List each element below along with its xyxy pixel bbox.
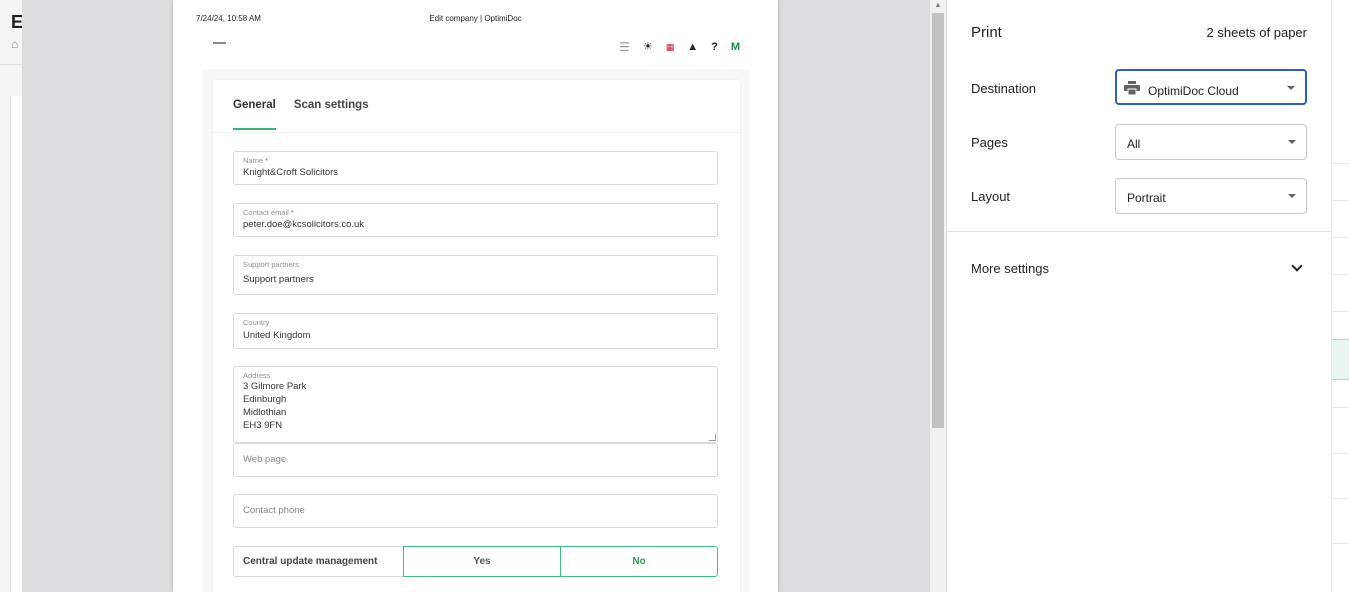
- gutter-row-line: [1332, 237, 1349, 238]
- address-line-4: EH3 9FN: [243, 420, 283, 431]
- print-preview-area[interactable]: 7/24/24, 10:58 AM Edit company | OptimiD…: [22, 0, 947, 592]
- name-label: Name *: [243, 156, 269, 165]
- support-partners-field: Support partners Support partners: [233, 255, 718, 295]
- edit-company-card: General Scan settings Name * Knight&Crof…: [213, 80, 740, 592]
- destination-select[interactable]: OptimiDoc Cloud: [1115, 69, 1307, 105]
- print-title: Print: [971, 24, 1002, 41]
- layout-select[interactable]: Portrait: [1115, 178, 1307, 214]
- home-icon: ⌂: [11, 37, 19, 51]
- gutter-row-line: [1332, 498, 1349, 499]
- background-app-strip: E ⌂: [0, 0, 23, 592]
- country-field: Country United Kingdom: [233, 313, 718, 349]
- address-label: Address: [243, 371, 271, 380]
- tab-scan-settings: Scan settings: [293, 99, 369, 111]
- tabs-divider: [213, 132, 740, 133]
- help-icon: ?: [711, 41, 718, 53]
- preview-scrollbar-thumb[interactable]: [932, 13, 944, 428]
- tab-general: General: [233, 98, 276, 130]
- central-update-no-option: No: [560, 546, 718, 577]
- gutter-row-line: [1332, 453, 1349, 454]
- layout-value: Portrait: [1127, 191, 1166, 205]
- printer-icon: [1124, 81, 1140, 95]
- gutter-row-line: [1332, 407, 1349, 408]
- sheet-count: 2 sheets of paper: [1206, 25, 1307, 40]
- page-header-title: Edit company | OptimiDoc: [429, 14, 522, 23]
- tabs: General Scan settings: [233, 98, 369, 130]
- user-avatar: M: [730, 41, 740, 53]
- gutter-row-line: [1332, 274, 1349, 275]
- support-partners-value: Support partners: [243, 274, 314, 285]
- destination-value: OptimiDoc Cloud: [1148, 84, 1239, 98]
- menu-collapse-icon: [213, 42, 226, 44]
- contact-email-value: peter.doe@kcsolicitors.co.uk: [243, 219, 365, 230]
- print-settings-panel: Print 2 sheets of paper Destination Opti…: [947, 0, 1331, 592]
- more-settings-toggle[interactable]: More settings: [971, 261, 1049, 276]
- name-value: Knight&Croft Solicitors: [243, 167, 339, 178]
- destination-label: Destination: [971, 81, 1037, 96]
- lines-icon: ☰: [619, 40, 630, 54]
- dropdown-caret-icon: [1288, 140, 1296, 144]
- address-line-3: Midlothian: [243, 407, 287, 418]
- background-app-right-edge: [1331, 0, 1349, 592]
- gutter-row-line: [1332, 200, 1349, 201]
- contact-phone-placeholder: Contact phone: [243, 505, 305, 516]
- address-value: 3 Gilmore Park Edinburgh Midlothian EH3 …: [243, 380, 306, 432]
- pages-label: Pages: [971, 135, 1008, 150]
- name-field: Name * Knight&Croft Solicitors: [233, 151, 718, 185]
- sun-icon: ☀: [642, 41, 653, 53]
- uk-flag-icon: ▦: [665, 42, 675, 52]
- resize-grip-icon: [709, 434, 716, 441]
- address-line-2: Edinburgh: [243, 394, 287, 405]
- dropdown-caret-icon: [1287, 86, 1295, 90]
- graduation-cap-icon: ▲: [687, 41, 699, 53]
- address-line-1: 3 Gilmore Park: [243, 381, 307, 392]
- central-update-management-label: Central update management: [233, 546, 403, 577]
- chevron-down-icon[interactable]: [1291, 260, 1303, 272]
- pages-select[interactable]: All: [1115, 124, 1307, 160]
- scroll-up-arrow-icon[interactable]: ▲: [932, 1, 944, 11]
- app-card-edge: [10, 96, 22, 592]
- app-header-divider: [0, 64, 22, 65]
- contact-phone-field: Contact phone: [233, 494, 718, 528]
- gutter-row-line: [1332, 163, 1349, 164]
- top-toolbar-icons: ☰ ☀ ▦ ▲ ? M: [619, 40, 740, 54]
- support-partners-label: Support partners: [243, 260, 299, 269]
- preview-page: 7/24/24, 10:58 AM Edit company | OptimiD…: [173, 0, 778, 592]
- address-field: Address 3 Gilmore Park Edinburgh Midloth…: [233, 366, 718, 443]
- gutter-row-line: [1332, 311, 1349, 312]
- contact-email-field: Contact email * peter.doe@kcsolicitors.c…: [233, 203, 718, 237]
- country-value: United Kingdom: [243, 330, 311, 341]
- central-update-management-row: Central update management Yes No: [233, 546, 718, 577]
- web-page-field: Web page: [233, 443, 718, 477]
- web-page-placeholder: Web page: [243, 454, 287, 465]
- panel-divider: [947, 231, 1331, 232]
- gutter-highlighted-row: [1332, 339, 1349, 380]
- dropdown-caret-icon: [1288, 194, 1296, 198]
- gutter-row-line: [1332, 543, 1349, 544]
- contact-email-label: Contact email *: [243, 208, 294, 217]
- pages-value: All: [1127, 137, 1141, 151]
- page-content-background: General Scan settings Name * Knight&Crof…: [202, 69, 750, 592]
- country-label: Country: [243, 318, 270, 327]
- central-update-yes-option: Yes: [403, 546, 560, 577]
- layout-label: Layout: [971, 189, 1011, 204]
